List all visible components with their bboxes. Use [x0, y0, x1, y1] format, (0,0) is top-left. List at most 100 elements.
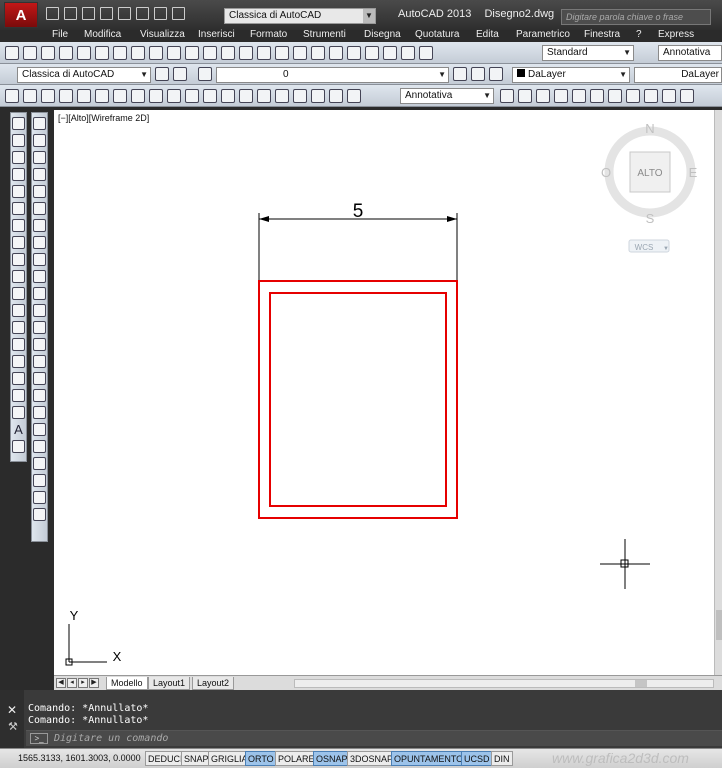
add-selected-icon[interactable]: [12, 440, 25, 453]
shape-10-icon[interactable]: [680, 89, 694, 103]
toggle-orto[interactable]: ORTO: [245, 751, 277, 766]
make-block-icon[interactable]: [12, 321, 25, 334]
open-file-icon[interactable]: [64, 7, 77, 20]
save-icon[interactable]: [82, 7, 95, 20]
inner-rectangle[interactable]: [269, 292, 447, 507]
zoom-realtime-icon[interactable]: [239, 46, 253, 60]
stretch-icon[interactable]: [33, 253, 46, 266]
copy-icon[interactable]: [131, 46, 145, 60]
new-icon[interactable]: [5, 46, 19, 60]
dim-style-toolbar-select[interactable]: Annotativa ▼: [400, 88, 494, 104]
draw-order-front-icon[interactable]: [33, 423, 46, 436]
extend-icon[interactable]: [33, 287, 46, 300]
polyline-icon[interactable]: [12, 151, 25, 164]
menu-help[interactable]: ?: [636, 29, 642, 40]
scale-icon[interactable]: [33, 236, 46, 249]
toggle-deduci[interactable]: DEDUCI: [145, 751, 186, 766]
center-mark-icon[interactable]: [257, 89, 271, 103]
workspace-toolbar-select[interactable]: Classica di AutoCAD ▼: [17, 67, 151, 83]
color-select[interactable]: DaLayer ▼: [512, 67, 630, 83]
dim-update-icon[interactable]: [347, 89, 361, 103]
save-icon[interactable]: [41, 46, 55, 60]
multiline-text-icon[interactable]: A: [12, 423, 25, 436]
toggle-snap[interactable]: SNAP: [181, 751, 212, 766]
toggle-3dosnap[interactable]: 3DOSNAP: [347, 751, 397, 766]
menu-express[interactable]: Express: [658, 29, 694, 40]
scroll-thumb[interactable]: [635, 680, 647, 687]
menu-formato[interactable]: Formato: [250, 29, 287, 40]
next-tab-icon[interactable]: ▸: [78, 678, 88, 688]
aligned-dim-icon[interactable]: [23, 89, 37, 103]
compass-east[interactable]: E: [689, 165, 698, 180]
menu-modifica[interactable]: Modifica: [84, 29, 121, 40]
calculator-icon[interactable]: [383, 46, 397, 60]
chevron-down-icon[interactable]: ▼: [623, 46, 631, 60]
angular-icon[interactable]: [131, 89, 145, 103]
chevron-down-icon[interactable]: ▼: [140, 68, 148, 82]
hatch-back-icon[interactable]: [33, 508, 46, 521]
blend-curves-icon[interactable]: [33, 389, 46, 402]
shape-6-icon[interactable]: [608, 89, 622, 103]
text-style-icon[interactable]: [419, 46, 433, 60]
coordinates-display[interactable]: 1565.3133, 1601.3003, 0.0000: [18, 753, 141, 763]
arc-icon[interactable]: [12, 202, 25, 215]
first-tab-icon[interactable]: ◀: [56, 678, 66, 688]
ellipse-icon[interactable]: [12, 270, 25, 283]
hatch-icon[interactable]: [12, 355, 25, 368]
break-at-point-icon[interactable]: [33, 304, 46, 317]
rotate-icon[interactable]: [33, 219, 46, 232]
compass-south[interactable]: S: [646, 211, 655, 226]
help-search-input[interactable]: Digitare parola chiave o frase: [561, 9, 711, 25]
menu-finestra[interactable]: Finestra: [584, 29, 620, 40]
chevron-down-icon[interactable]: ▼: [483, 89, 491, 103]
rectangle-icon[interactable]: [12, 185, 25, 198]
viewcube[interactable]: ALTO N S E O WCS ▼: [601, 121, 698, 253]
menu-disegna[interactable]: Disegna: [364, 29, 401, 40]
gradient-icon[interactable]: [12, 372, 25, 385]
menu-edita[interactable]: Edita: [476, 29, 499, 40]
outer-rectangle[interactable]: [258, 280, 458, 519]
shape-2-icon[interactable]: [536, 89, 550, 103]
shape-4-icon[interactable]: [572, 89, 586, 103]
tab-layout2[interactable]: Layout2: [192, 677, 235, 690]
zoom-window-icon[interactable]: [257, 46, 271, 60]
trim-icon[interactable]: [33, 270, 46, 283]
circle-icon[interactable]: [12, 219, 25, 232]
scroll-thumb[interactable]: [716, 610, 722, 640]
tab-layout1[interactable]: Layout1: [148, 677, 191, 690]
array-icon[interactable]: [33, 185, 46, 198]
join-icon[interactable]: [33, 338, 46, 351]
offset-icon[interactable]: [33, 168, 46, 181]
compass-west[interactable]: O: [601, 165, 611, 180]
workspace-settings-icon[interactable]: [173, 67, 187, 81]
command-prompt-icon[interactable]: >_: [30, 733, 48, 744]
radius-icon[interactable]: [77, 89, 91, 103]
help-icon[interactable]: [401, 46, 415, 60]
dim-style-icon[interactable]: [500, 89, 514, 103]
shape-1-icon[interactable]: [518, 89, 532, 103]
tool-palettes-icon[interactable]: [329, 46, 343, 60]
jogged-icon[interactable]: [95, 89, 109, 103]
linear-dim-icon[interactable]: [5, 89, 19, 103]
break-icon[interactable]: [33, 321, 46, 334]
shape-5-icon[interactable]: [590, 89, 604, 103]
diameter-icon[interactable]: [113, 89, 127, 103]
polygon-icon[interactable]: [12, 168, 25, 181]
linear-dimension[interactable]: [258, 213, 458, 280]
save-as-icon[interactable]: [100, 7, 113, 20]
mirror-icon[interactable]: [33, 151, 46, 164]
construction-line-icon[interactable]: [12, 134, 25, 147]
dimension-text[interactable]: 5: [353, 201, 364, 222]
tab-modello[interactable]: Modello: [106, 677, 148, 690]
design-center-icon[interactable]: [311, 46, 325, 60]
undo-icon[interactable]: [154, 7, 167, 20]
toggle-ucsd[interactable]: UCSD: [461, 751, 493, 766]
layer-properties-icon[interactable]: [198, 67, 212, 81]
menu-file[interactable]: File: [52, 29, 68, 40]
sheet-set-icon[interactable]: [347, 46, 361, 60]
command-window-handle[interactable]: ✕ ⚒: [0, 690, 24, 748]
toggle-din[interactable]: DIN: [491, 751, 513, 766]
paste-icon[interactable]: [149, 46, 163, 60]
ordinate-icon[interactable]: [59, 89, 73, 103]
region-icon[interactable]: [12, 389, 25, 402]
